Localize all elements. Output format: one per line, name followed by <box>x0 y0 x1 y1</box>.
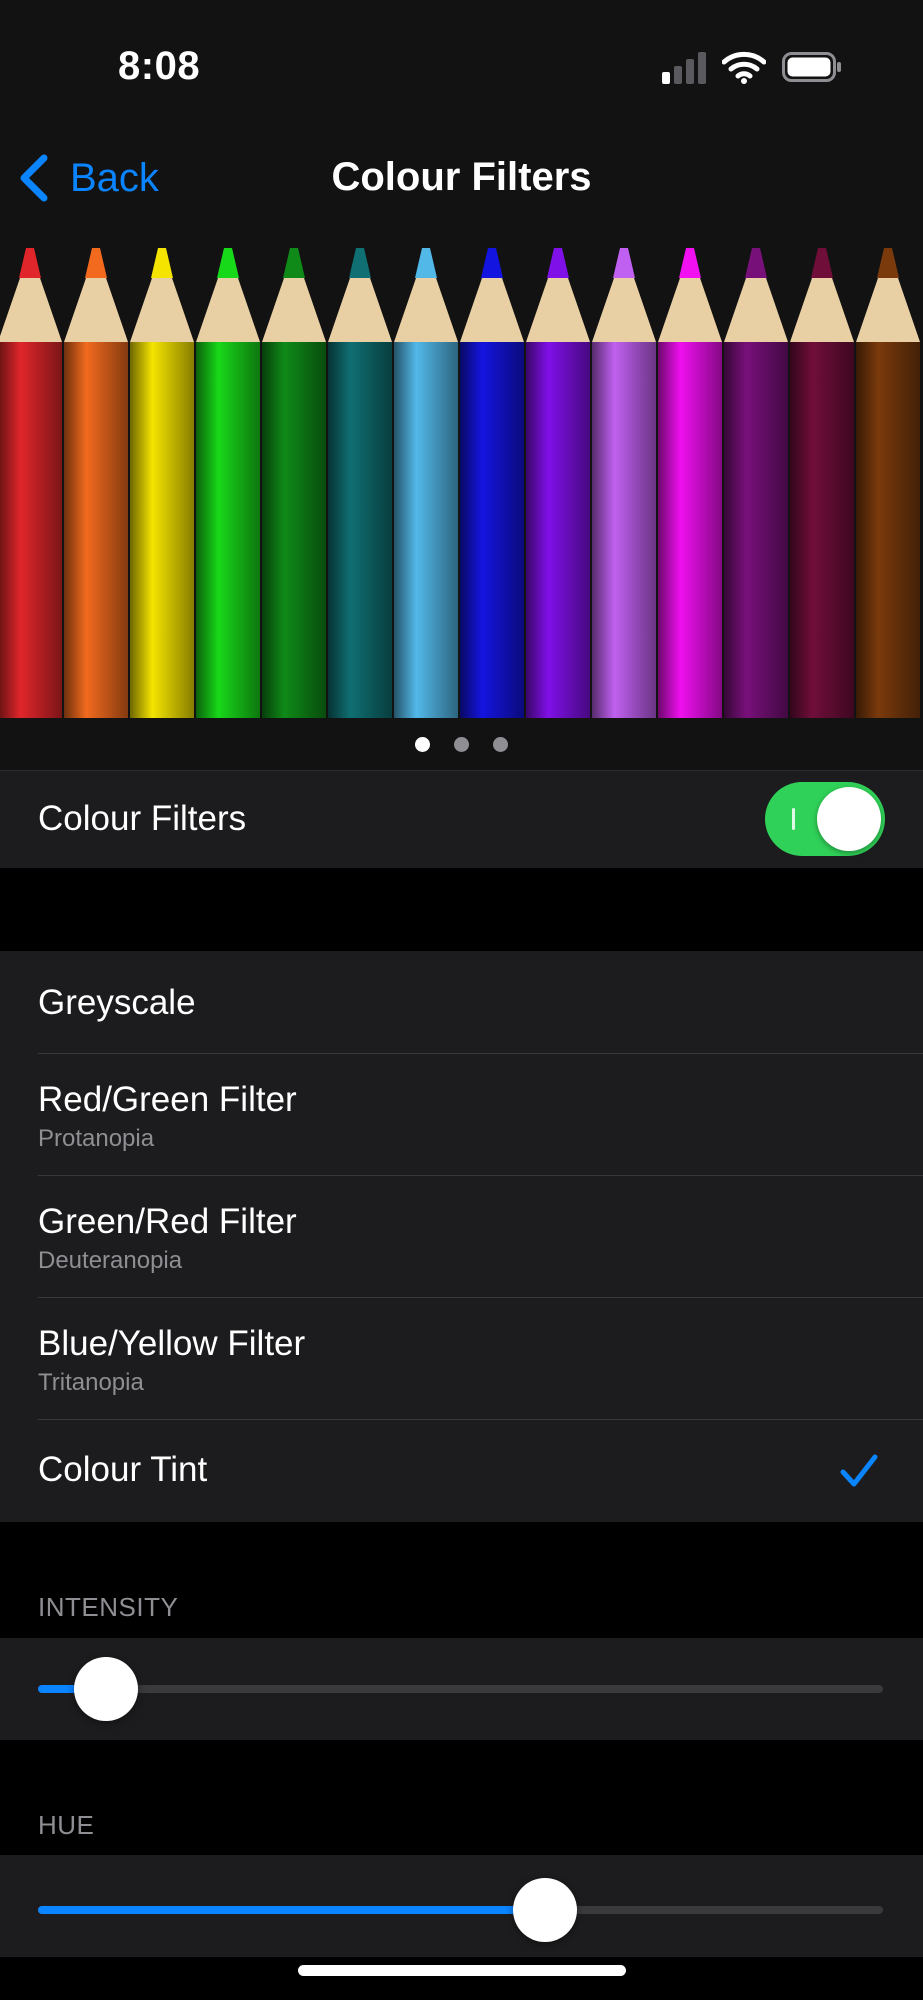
status-time: 8:08 <box>118 44 201 88</box>
pencil <box>130 248 194 718</box>
filter-option-colour-tint[interactable]: Colour Tint <box>0 1420 923 1522</box>
filter-options-list: Greyscale Red/Green Filter Protanopia Gr… <box>0 951 923 1522</box>
home-indicator[interactable] <box>298 1965 626 1976</box>
checkmark-icon <box>840 1454 878 1487</box>
pencil <box>460 248 524 718</box>
filter-option-label: Red/Green Filter <box>38 1080 297 1119</box>
pencil <box>790 248 854 718</box>
colour-filters-label: Colour Filters <box>38 799 247 838</box>
pencil <box>592 248 656 718</box>
intensity-header: INTENSITY <box>38 1592 179 1622</box>
toggle-knob <box>817 787 881 851</box>
toggle-on-mark <box>792 808 795 830</box>
wifi-icon <box>722 51 766 84</box>
pencil <box>394 248 458 718</box>
pencil <box>856 248 920 718</box>
pencil-illustration <box>0 248 920 718</box>
pencil <box>724 248 788 718</box>
filter-option-label: Greyscale <box>38 983 196 1022</box>
hue-row <box>0 1855 923 1957</box>
page-dot <box>415 736 430 752</box>
pencil <box>658 248 722 718</box>
page-dot <box>493 736 508 752</box>
filter-option-greyscale[interactable]: Greyscale <box>0 951 923 1053</box>
colour-filters-toggle[interactable] <box>765 782 885 856</box>
pencil <box>262 248 326 718</box>
intensity-slider[interactable] <box>38 1657 883 1721</box>
filter-option-label: Colour Tint <box>38 1450 208 1489</box>
intensity-slider-thumb[interactable] <box>73 1657 138 1721</box>
pencil <box>526 248 590 718</box>
filter-option-label: Green/Red Filter <box>38 1202 297 1241</box>
hue-header: HUE <box>38 1810 95 1840</box>
colour-pencils-image[interactable] <box>0 230 923 718</box>
hue-slider[interactable] <box>38 1878 883 1942</box>
filter-option-label: Blue/Yellow Filter <box>38 1324 306 1363</box>
filter-option-protanopia[interactable]: Red/Green Filter Protanopia <box>0 1054 923 1175</box>
filter-option-sublabel: Protanopia <box>38 1125 155 1152</box>
battery-icon <box>782 52 841 82</box>
hue-slider-thumb[interactable] <box>513 1878 577 1942</box>
page-title: Colour Filters <box>331 155 592 199</box>
pencil <box>64 248 128 718</box>
pencil <box>0 248 62 718</box>
page-indicator[interactable] <box>0 718 923 770</box>
filter-option-deuteranopia[interactable]: Green/Red Filter Deuteranopia <box>0 1176 923 1297</box>
page-dot <box>454 736 469 752</box>
filter-option-tritanopia[interactable]: Blue/Yellow Filter Tritanopia <box>0 1298 923 1419</box>
pencil <box>196 248 260 718</box>
hue-slider-fill <box>38 1906 545 1914</box>
filter-option-sublabel: Deuteranopia <box>38 1247 183 1274</box>
filter-option-sublabel: Tritanopia <box>38 1369 144 1396</box>
cellular-signal-icon <box>662 52 708 84</box>
intensity-row <box>0 1638 923 1740</box>
pencil <box>328 248 392 718</box>
colour-filters-row: Colour Filters <box>0 770 923 868</box>
